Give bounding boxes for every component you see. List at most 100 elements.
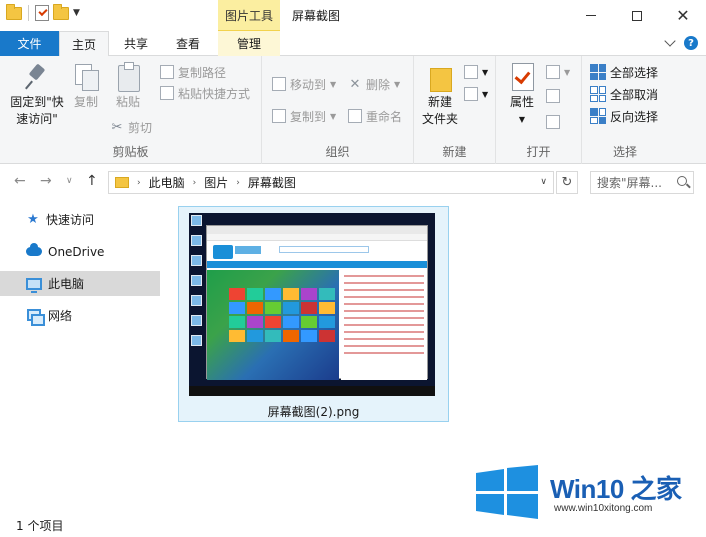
copy-to-icon [272,109,286,123]
move-to-label: 移动到 [290,77,327,92]
picture-tools-contextual-label: 图片工具 [218,0,280,31]
rename-icon [348,109,362,123]
file-item[interactable]: 屏幕截图(2).png [178,206,449,422]
move-to-icon [272,77,286,91]
folder-icon[interactable] [6,3,22,20]
copy-button[interactable]: 复制 [68,62,104,111]
nav-item-label: 此电脑 [48,277,85,291]
maximize-button[interactable] [614,0,660,31]
forward-arrow-icon[interactable]: → [40,173,52,189]
new-folder-icon [428,62,452,92]
select-none-label: 全部取消 [610,87,659,102]
window-title: 屏幕截图 [292,9,341,23]
new-item-button[interactable]: ▼ [464,62,488,82]
computer-icon [26,277,42,293]
new-folder-button[interactable]: 新建 文件夹 [418,62,462,128]
breadcrumb-this-pc[interactable]: 此电脑 [149,174,185,191]
minimize-button[interactable] [568,0,614,31]
nav-item-quick-access[interactable]: ★ 快速访问 [0,207,160,232]
address-bar[interactable]: › 此电脑 › 图片 › 屏幕截图 ∨ [108,171,554,194]
history-button[interactable] [546,112,560,132]
address-folder-icon [115,177,129,188]
breadcrumb-separator-icon[interactable]: › [236,178,240,188]
scissors-icon: ✂ [111,119,123,135]
collapse-ribbon-icon[interactable] [664,35,676,47]
address-dropdown-icon[interactable]: ∨ [540,177,547,187]
nav-item-onedrive[interactable]: OneDrive [0,239,160,264]
breadcrumb-separator-icon[interactable]: › [193,178,197,188]
nav-item-label: OneDrive [48,244,105,259]
new-group: 新建 文件夹 ▼ ▼ 新建 [414,56,496,164]
file-thumbnail [189,213,435,396]
open-group-label: 打开 [526,145,551,159]
file-name[interactable]: 屏幕截图(2).png [179,403,448,420]
recent-locations-chevron-icon[interactable]: ∨ [66,176,73,186]
select-group-label: 选择 [612,145,637,159]
search-input[interactable]: 搜索"屏幕... [590,171,694,194]
clipboard-group-label: 剪贴板 [112,145,149,159]
new-item-icon [464,65,478,79]
nav-item-label: 网络 [48,309,73,323]
paste-shortcut-label: 粘贴快捷方式 [178,86,251,101]
breadcrumb-separator-icon[interactable]: › [137,178,141,188]
delete-dropdown-icon: ▼ [394,79,401,89]
delete-button[interactable]: ✕ 删除 ▼ [348,74,401,94]
tab-view[interactable]: 查看 [164,31,212,56]
breadcrumb-pictures[interactable]: 图片 [204,174,228,191]
invert-selection-icon [590,108,606,124]
window-controls: ✕ [568,0,706,31]
easy-access-button[interactable]: ▼ [464,84,488,104]
properties-label: 属性 [509,95,534,109]
select-all-label: 全部选择 [610,65,659,80]
new-folder-icon[interactable] [53,3,69,20]
refresh-button[interactable]: ↻ [556,171,578,194]
tab-share[interactable]: 共享 [112,31,160,56]
back-arrow-icon[interactable]: ← [14,173,26,189]
cloud-icon [26,243,42,256]
help-icon[interactable]: ? [684,36,698,50]
nav-item-this-pc[interactable]: 此电脑 [0,271,160,296]
customize-toolbar-dropdown-icon[interactable]: ▼ [73,8,80,18]
thumbnail-desktop-icons [191,215,205,355]
search-placeholder: 搜索"屏幕... [597,176,662,190]
open-button[interactable]: ▼ [546,62,570,82]
tab-file[interactable]: 文件 [0,31,59,56]
clipboard-group: 固定到"快 速访问" 复制 粘贴 复制路径 粘贴快捷方式 ✂ 剪切 剪贴板 [0,56,262,164]
properties-icon[interactable] [35,5,49,21]
new-group-label: 新建 [442,145,467,159]
copy-path-button[interactable]: 复制路径 [160,62,226,82]
up-arrow-icon[interactable]: ↑ [86,173,98,189]
properties-button[interactable]: 属性 ▼ [504,62,540,128]
delete-label: 删除 [366,77,391,92]
paste-button[interactable]: 粘贴 [108,62,148,111]
paste-label: 粘贴 [115,95,140,109]
paste-shortcut-button[interactable]: 粘贴快捷方式 [160,83,250,103]
tab-home[interactable]: 主页 [59,31,109,57]
invert-selection-button[interactable]: 反向选择 [590,106,658,126]
breadcrumb-screenshots[interactable]: 屏幕截图 [248,174,296,191]
select-none-button[interactable]: 全部取消 [590,84,658,104]
history-icon [546,115,560,129]
copy-to-button[interactable]: 复制到 ▼ [272,106,336,126]
new-item-dropdown-icon: ▼ [482,67,489,77]
pin-label-line1: 固定到"快 [10,95,64,109]
new-folder-label-line2: 文件夹 [421,112,458,126]
pin-icon [22,62,52,92]
easy-access-icon [464,87,478,101]
invert-selection-label: 反向选择 [610,109,659,124]
select-all-button[interactable]: 全部选择 [590,62,658,82]
move-to-button[interactable]: 移动到 ▼ [272,74,336,94]
title-bar: ▼ 图片工具 屏幕截图 ✕ [0,0,706,31]
search-icon [677,176,687,186]
nav-item-network[interactable]: 网络 [0,303,160,328]
cut-button[interactable]: ✂ 剪切 [110,117,152,137]
refresh-icon: ↻ [561,175,573,190]
properties-dropdown-icon: ▼ [518,115,526,124]
tab-manage[interactable]: 管理 [218,31,280,56]
open-icon [546,65,560,79]
ribbon: 固定到"快 速访问" 复制 粘贴 复制路径 粘贴快捷方式 ✂ 剪切 剪贴板 移动… [0,56,706,164]
edit-button[interactable] [546,86,560,106]
rename-button[interactable]: 重命名 [348,106,402,126]
pin-to-quick-access-button[interactable]: 固定到"快 速访问" [6,62,68,128]
close-button[interactable]: ✕ [660,0,706,31]
